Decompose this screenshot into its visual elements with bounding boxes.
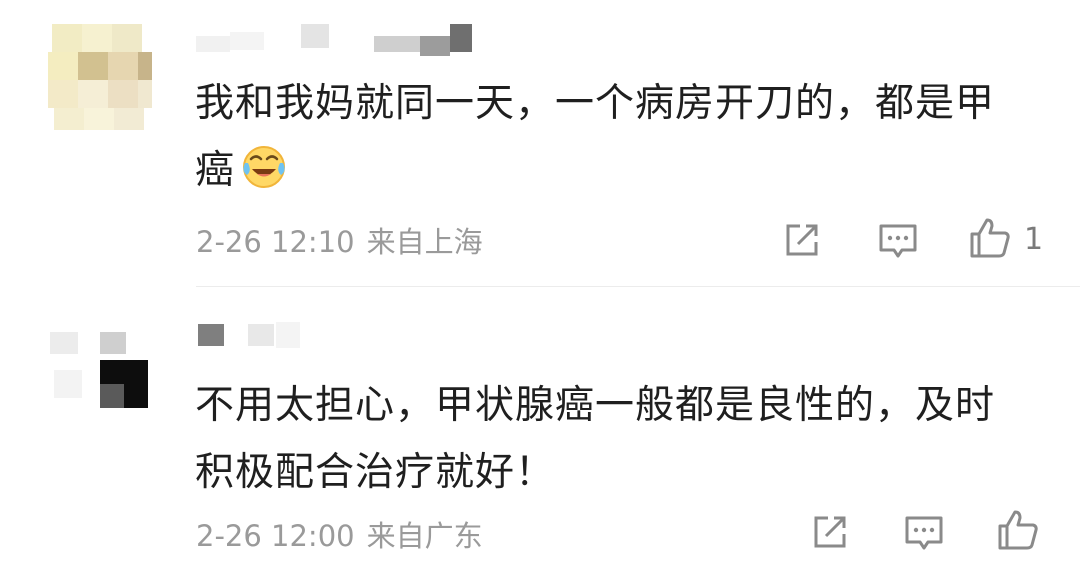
- share-button[interactable]: [780, 218, 824, 262]
- share-icon: [786, 224, 818, 256]
- comment-meta: 2-26 12:10 来自上海: [196, 219, 483, 261]
- like-button[interactable]: [996, 508, 1040, 552]
- share-icon: [814, 516, 846, 548]
- avatar[interactable]: [40, 18, 156, 134]
- comment-location: 来自上海: [366, 225, 483, 259]
- like-icon: [970, 218, 1010, 258]
- divider: [196, 286, 1080, 287]
- comment-text-line2: 积极配合治疗就好！: [195, 450, 556, 495]
- reply-button[interactable]: [902, 510, 946, 554]
- laughing-crying-emoji-icon: [241, 143, 287, 189]
- comment-text-line2: 癌: [195, 148, 236, 193]
- comment-item: 不用太担心，甲状腺癌一般都是良性的，及时 积极配合治疗就好！ 2-26 12:0…: [0, 288, 1080, 571]
- comment-time: 2-26 12:00: [196, 519, 355, 553]
- like-icon: [998, 510, 1038, 550]
- share-button[interactable]: [808, 510, 852, 554]
- comment-text: 不用太担心，甲状腺癌一般都是良性的，及时 积极配合治疗就好！: [195, 372, 1055, 506]
- like-count: 1: [1024, 222, 1044, 257]
- comment-text: 我和我妈就同一天，一个病房开刀的，都是甲 癌: [195, 70, 1055, 204]
- comment-time: 2-26 12:10: [196, 225, 355, 259]
- comment-text-line1: 不用太担心，甲状腺癌一般都是良性的，及时: [195, 383, 996, 428]
- username-blurred[interactable]: [196, 318, 496, 354]
- comment-location: 来自广东: [366, 519, 483, 553]
- comment-meta: 2-26 12:00 来自广东: [196, 513, 483, 555]
- comment-text-line1: 我和我妈就同一天，一个病房开刀的，都是甲: [195, 81, 996, 126]
- comment-icon: [905, 516, 943, 550]
- avatar[interactable]: [40, 298, 156, 414]
- comment-icon: [879, 224, 917, 258]
- like-button[interactable]: [968, 216, 1012, 260]
- reply-button[interactable]: [876, 218, 920, 262]
- comment-item: 我和我妈就同一天，一个病房开刀的，都是甲 癌 2-26 12:10 来自上海 1: [0, 0, 1080, 288]
- username-blurred[interactable]: [196, 22, 496, 58]
